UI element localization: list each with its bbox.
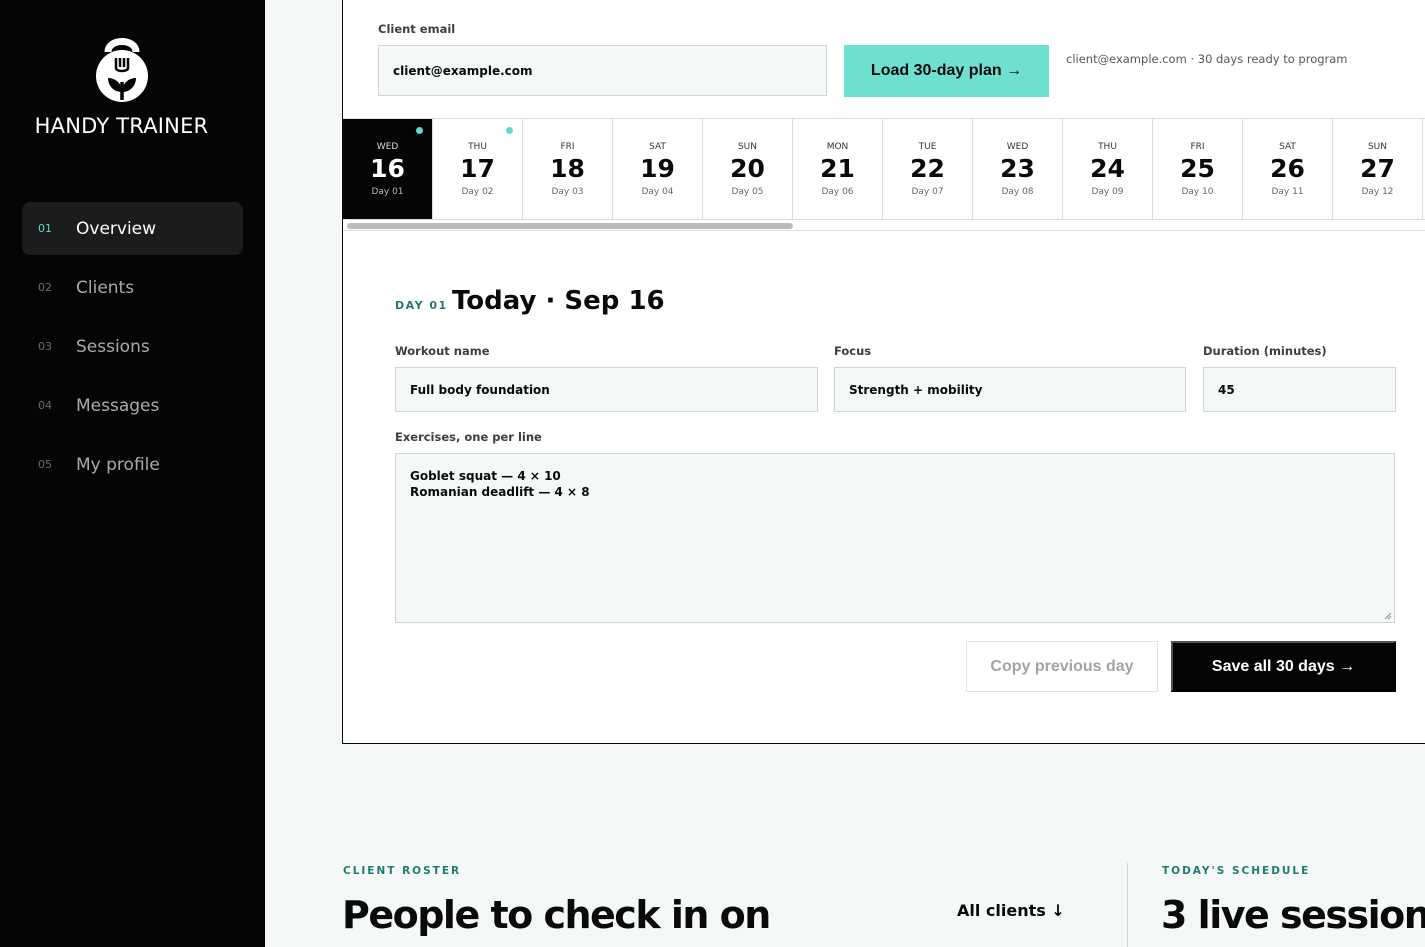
day-label: Day 07: [911, 187, 944, 197]
exercise-line: Goblet squat — 4 × 10: [410, 469, 561, 483]
sidebar-item-number: 03: [38, 340, 52, 353]
sidebar-item-number: 05: [38, 458, 52, 471]
roster-eyebrow: CLIENT ROSTER: [343, 865, 462, 877]
sidebar-item-label: My profile: [76, 454, 160, 475]
sidebar-nav: 01 Overview 02 Clients 03 Sessions 04 Messages 0…: [22, 202, 243, 497]
day-number: 17: [460, 154, 495, 183]
day-strip-scrollbar[interactable]: [343, 221, 1425, 231]
section-divider: [1127, 863, 1128, 947]
load-plan-button[interactable]: Load 30-day plan →: [844, 45, 1049, 97]
day-weekday: TUE: [918, 142, 937, 152]
client-email-input[interactable]: client@example.com: [378, 45, 827, 96]
roster-title: People to check in on: [342, 893, 771, 937]
day-number: 24: [1090, 154, 1125, 183]
brand-logo[interactable]: HANDY TRAINER: [0, 34, 243, 138]
day-weekday: THU: [1098, 142, 1117, 152]
day-label: Day 06: [821, 187, 854, 197]
day-tile[interactable]: THU 24 Day 09: [1063, 119, 1153, 219]
day-tile[interactable]: SAT 19 Day 04: [613, 119, 703, 219]
day-status-dot: [416, 127, 423, 134]
day-tile[interactable]: THU 17 Day 02: [433, 119, 523, 219]
brand-name: HANDY TRAINER: [34, 114, 209, 138]
day-weekday: THU: [468, 142, 487, 152]
copy-previous-day-button[interactable]: Copy previous day: [966, 641, 1158, 692]
focus-label: Focus: [834, 344, 872, 358]
kettlebell-logo-icon: [95, 38, 148, 102]
sidebar: HANDY TRAINER 01 Overview 02 Clients 03 Sessi…: [0, 0, 265, 947]
day-tile[interactable]: TUE 22 Day 07: [883, 119, 973, 219]
day-number: 25: [1180, 154, 1215, 183]
day-weekday: WED: [1006, 142, 1029, 152]
day-status-dot: [506, 127, 513, 134]
sidebar-item-label: Overview: [76, 218, 157, 239]
email-status-note: client@example.com · 30 days ready to pr…: [1066, 52, 1348, 66]
day-label: Day 12: [1361, 187, 1394, 197]
day-tag: DAY 01: [395, 299, 448, 312]
day-label: Day 10: [1181, 187, 1214, 197]
day-number: 21: [820, 154, 855, 183]
day-tile[interactable]: SUN 27 Day 12: [1333, 119, 1423, 219]
sidebar-item-messages[interactable]: 04 Messages: [22, 379, 243, 432]
day-number: 20: [730, 154, 765, 183]
all-clients-filter[interactable]: All clients ↓: [957, 901, 1065, 920]
duration-label: Duration (minutes): [1203, 344, 1327, 358]
day-tile[interactable]: FRI 18 Day 03: [523, 119, 613, 219]
day-tile[interactable]: WED 16 Day 01: [343, 119, 433, 219]
exercises-label: Exercises, one per line: [395, 430, 542, 444]
day-number: 23: [1000, 154, 1035, 183]
day-number: 27: [1360, 154, 1395, 183]
day-tile[interactable]: SAT 26 Day 11: [1243, 119, 1333, 219]
day-weekday: SAT: [1279, 142, 1296, 152]
day-weekday: SUN: [737, 142, 758, 152]
day-label: Day 03: [551, 187, 584, 197]
sidebar-item-my-profile[interactable]: 05 My profile: [22, 438, 243, 491]
sidebar-item-label: Sessions: [76, 336, 150, 357]
exercises-textarea[interactable]: Goblet squat — 4 × 10 Romanian deadlift …: [395, 453, 1395, 623]
day-label: Day 09: [1091, 187, 1124, 197]
day-number: 22: [910, 154, 945, 183]
sidebar-item-number: 04: [38, 399, 52, 412]
resize-handle-icon[interactable]: [1384, 612, 1392, 620]
sidebar-item-number: 02: [38, 281, 52, 294]
sidebar-item-sessions[interactable]: 03 Sessions: [22, 320, 243, 373]
day-weekday: SAT: [649, 142, 666, 152]
day-tile[interactable]: FRI 25 Day 10: [1153, 119, 1243, 219]
day-label: Day 01: [371, 187, 404, 197]
planner-card: Client email client@example.com Load 30-…: [342, 0, 1425, 744]
duration-input[interactable]: 45: [1203, 367, 1396, 412]
scrollbar-thumb[interactable]: [347, 223, 793, 229]
sidebar-item-overview[interactable]: 01 Overview: [22, 202, 243, 255]
day-number: 19: [640, 154, 675, 183]
workout-name-input[interactable]: Full body foundation: [395, 367, 818, 412]
focus-input[interactable]: Strength + mobility: [834, 367, 1186, 412]
sidebar-item-label: Messages: [76, 395, 160, 416]
day-label: Day 05: [731, 187, 764, 197]
exercise-line: Romanian deadlift — 4 × 8: [410, 485, 590, 499]
day-label: Day 02: [461, 187, 494, 197]
workout-name-label: Workout name: [395, 344, 490, 358]
day-weekday: MON: [826, 142, 849, 152]
day-title: Today · Sep 16: [452, 286, 665, 316]
schedule-eyebrow: TODAY'S SCHEDULE: [1162, 865, 1311, 877]
day-label: Day 11: [1271, 187, 1304, 197]
day-tile[interactable]: WED 23 Day 08: [973, 119, 1063, 219]
client-email-label: Client email: [378, 22, 456, 36]
day-weekday: SUN: [1367, 142, 1388, 152]
day-number: 16: [370, 154, 405, 183]
day-weekday: WED: [376, 142, 399, 152]
day-weekday: FRI: [560, 142, 575, 152]
day-strip: WED 16 Day 01 THU 17 Day 02 FRI 18 Day 03 SAT 19 Da…: [343, 118, 1425, 220]
day-tile[interactable]: SUN 20 Day 05: [703, 119, 793, 219]
sidebar-item-number: 01: [38, 222, 52, 235]
save-all-days-button[interactable]: Save all 30 days →: [1171, 641, 1396, 692]
day-number: 26: [1270, 154, 1305, 183]
day-label: Day 04: [641, 187, 674, 197]
day-label: Day 08: [1001, 187, 1034, 197]
day-weekday: FRI: [1190, 142, 1205, 152]
day-tile[interactable]: MON 21 Day 06: [793, 119, 883, 219]
sidebar-item-label: Clients: [76, 277, 135, 298]
day-number: 18: [550, 154, 585, 183]
schedule-title: 3 live sessions: [1161, 893, 1425, 937]
sidebar-item-clients[interactable]: 02 Clients: [22, 261, 243, 314]
